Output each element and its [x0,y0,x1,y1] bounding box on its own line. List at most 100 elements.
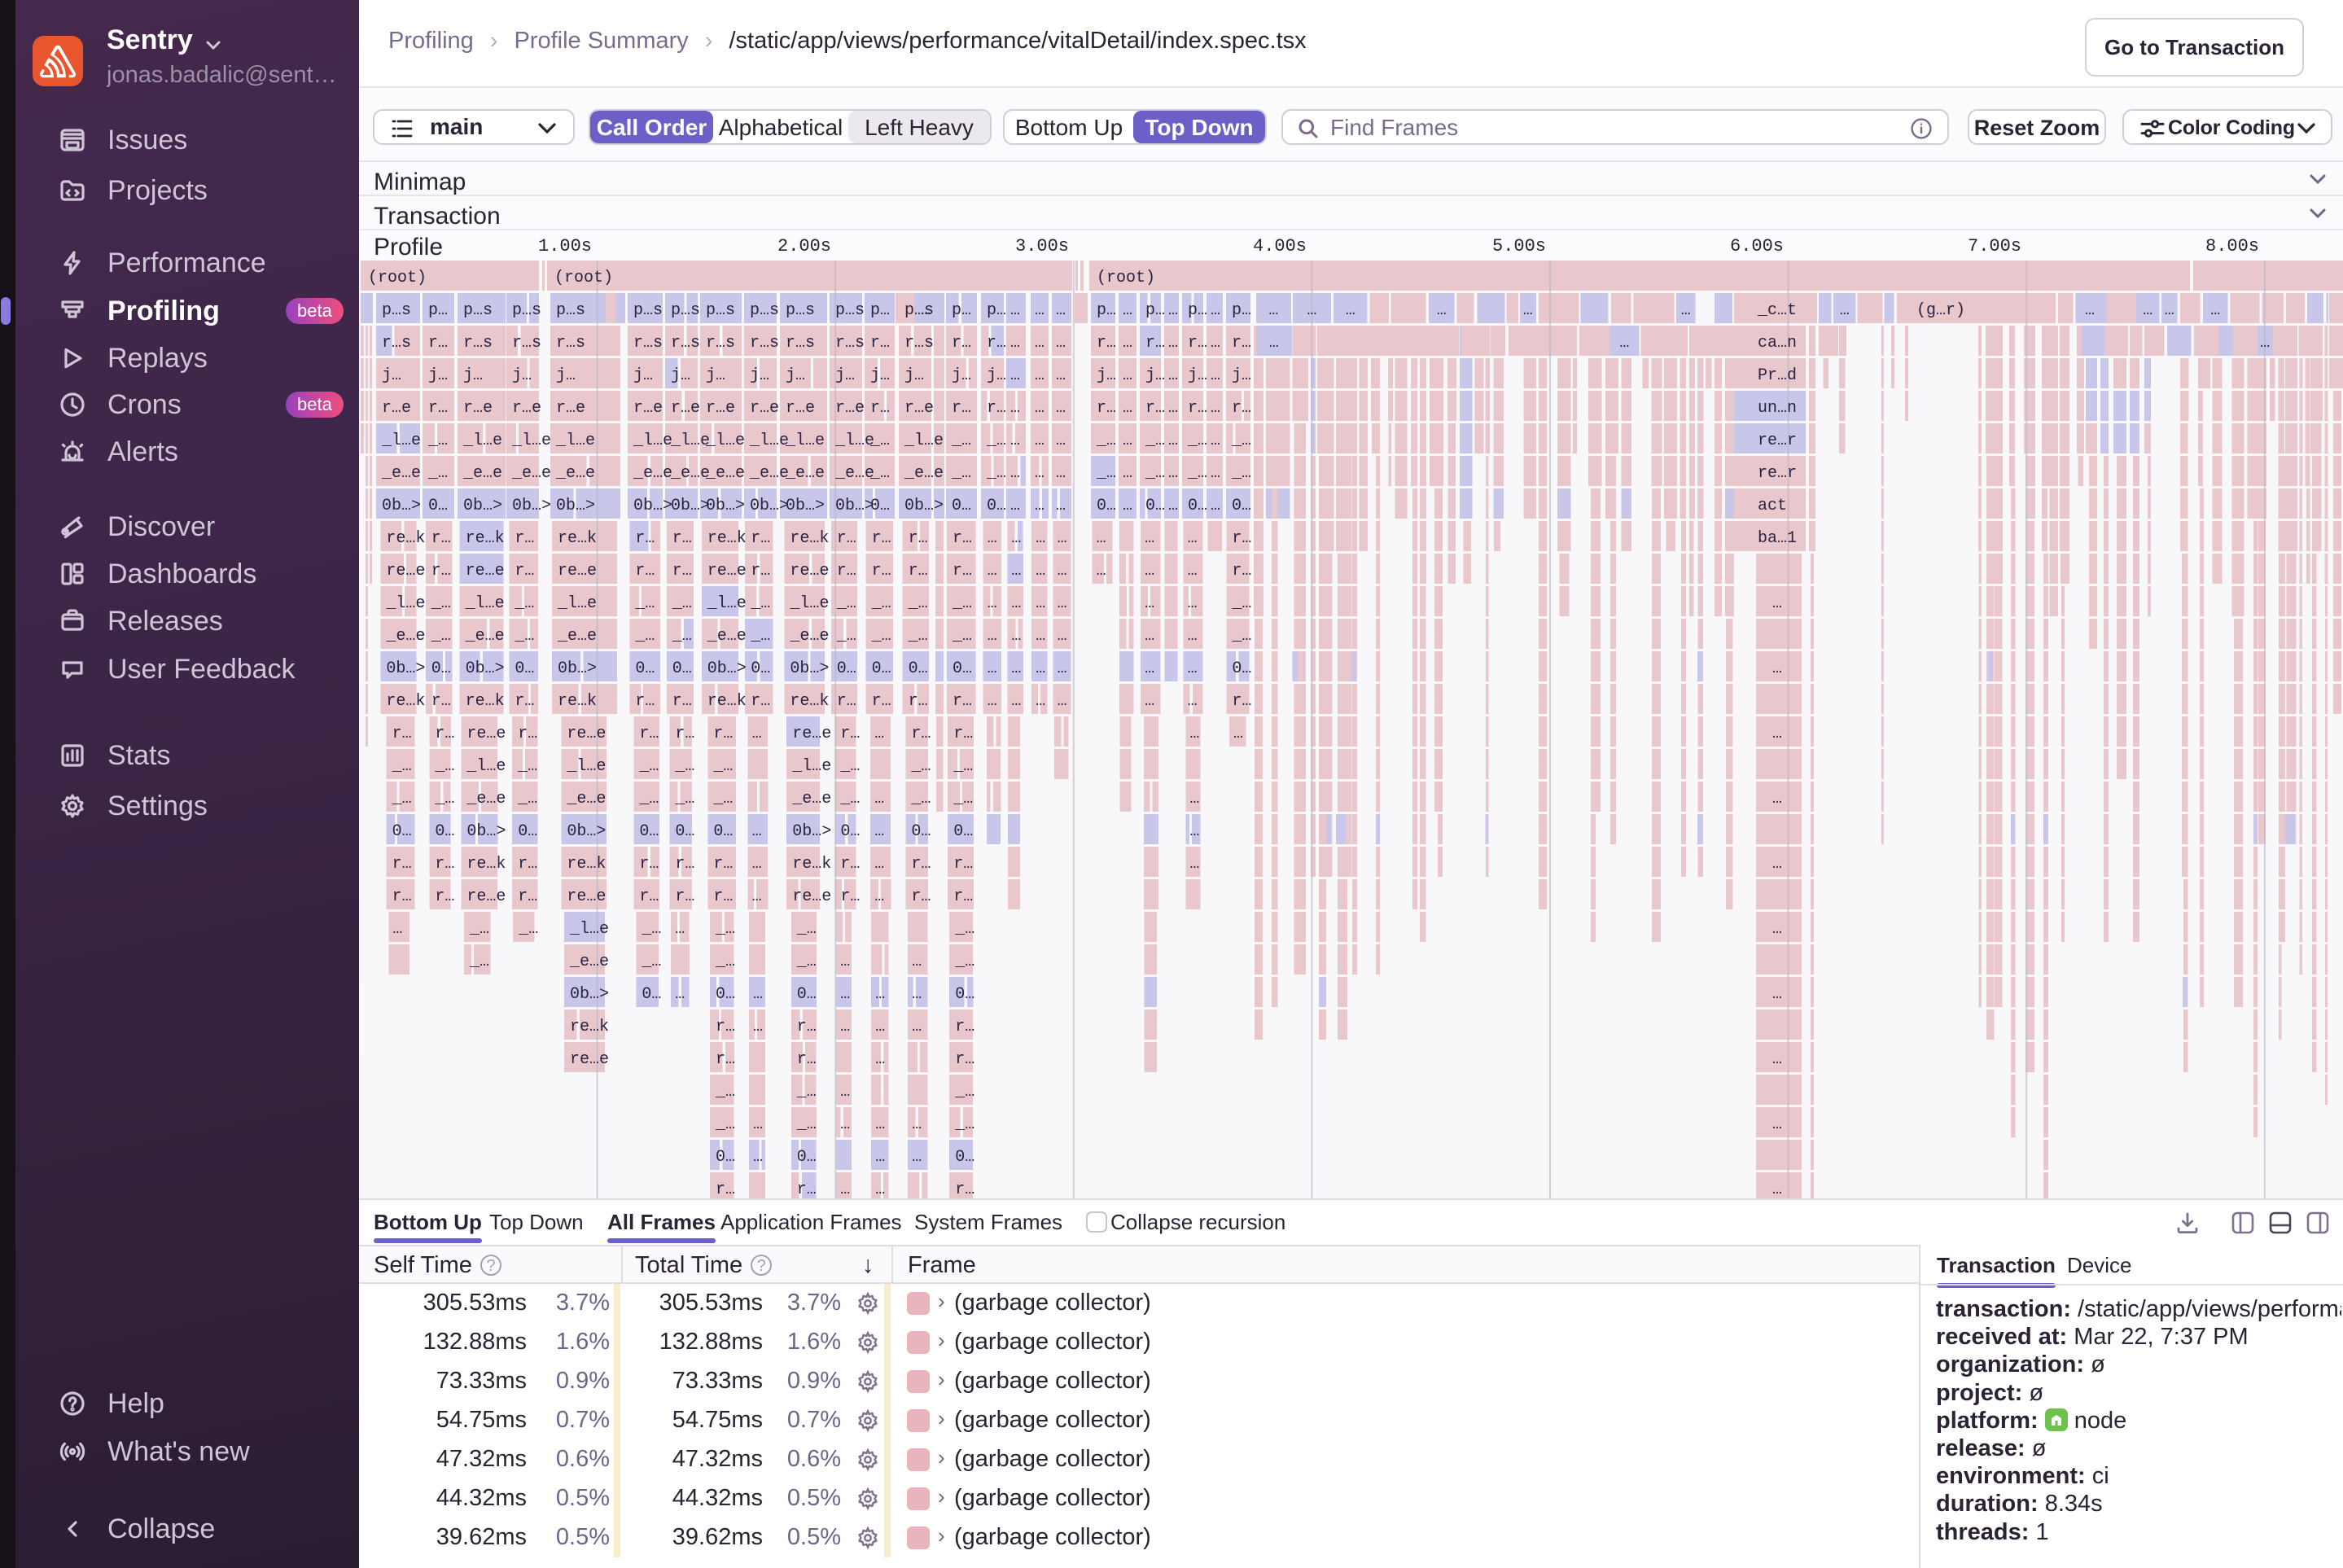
svg-text:…: … [1056,399,1066,418]
svg-text:…: … [1036,594,1045,613]
svg-text:r…s: r…s [633,334,663,353]
svg-text:…: … [752,822,762,841]
svg-text:_e…e: _e…e [385,627,425,646]
svg-text:…: … [840,1083,850,1102]
svg-text:j…: j… [870,366,890,385]
svg-text:p…s: p…s [512,301,541,320]
svg-text:_l…e: _l…e [791,757,831,776]
svg-text:_l…e: _l…e [834,431,874,450]
svg-text:…: … [1010,431,1020,450]
svg-text:0b…>: 0b…> [466,822,506,841]
svg-text:r…: r… [435,855,454,874]
svg-text:_l…e: _l…e [465,594,505,613]
svg-text:_…: _… [839,757,860,776]
svg-text:…: … [1035,334,1044,353]
svg-text:…: … [988,562,997,580]
svg-text:0…: 0… [392,822,412,841]
svg-text:_l…e: _l…e [555,431,595,450]
svg-text:_…: _… [514,594,534,613]
svg-text:…: … [874,887,884,906]
svg-text:…: … [1188,627,1198,646]
svg-text:_…: _… [431,627,451,646]
svg-text:…: … [1188,659,1198,678]
svg-text:_…: _… [908,594,928,613]
svg-text:j…: j… [463,366,483,385]
svg-text:…: … [912,1115,922,1134]
svg-text:…: … [1056,497,1066,515]
svg-text:r…: r… [911,855,931,874]
svg-text:re…e: re…e [558,562,597,580]
svg-text:…: … [1772,1115,1782,1134]
svg-text:r…: r… [911,887,931,906]
svg-text:_…: _… [712,757,733,776]
svg-text:_…: _… [954,920,974,939]
svg-text:0…: 0… [675,822,694,841]
svg-text:0…: 0… [955,1148,974,1167]
svg-text:r…: r… [952,334,971,353]
svg-text:r…: r… [713,855,733,874]
svg-text:re…e: re…e [567,887,606,906]
svg-text:…: … [1188,692,1198,711]
svg-text:0b…>: 0b…> [567,822,606,841]
svg-text:…: … [875,1148,885,1167]
svg-text:r…: r… [751,692,770,711]
svg-text:ca…n: ca…n [1758,334,1797,353]
svg-text:r…: r… [953,887,973,906]
svg-text:0…: 0… [672,659,692,678]
svg-text:r…s: r…s [786,334,815,353]
svg-text:r…: r… [840,725,860,743]
svg-text:r…: r… [392,887,412,906]
svg-text:0…: 0… [642,985,661,1004]
svg-text:j…: j… [671,366,690,385]
svg-text:_…: _… [986,464,1006,483]
svg-text:…: … [1211,334,1220,353]
svg-text:…: … [988,594,997,613]
svg-text:p…s: p…s [463,301,493,320]
svg-text:_e…e: _e…e [904,464,944,483]
svg-text:_e…e: _e…e [566,790,606,808]
svg-text:re…e: re…e [386,562,425,580]
svg-text:_…: _… [796,953,817,971]
svg-text:_l…e: _l…e [381,431,421,450]
svg-text:…: … [1168,431,1178,450]
svg-text:0b…>: 0b…> [835,497,874,515]
svg-text:…: … [1010,301,1020,320]
svg-text:…: … [1056,301,1066,320]
svg-text:…: … [1307,301,1316,320]
svg-text:j…: j… [428,366,448,385]
svg-text:…: … [1168,497,1178,515]
svg-text:r…e: r…e [463,399,493,418]
svg-text:r…: r… [1145,399,1165,418]
svg-text:r…: r… [1145,334,1165,353]
svg-text:…: … [1058,594,1067,613]
svg-text:r…: r… [955,1050,974,1069]
svg-text:…: … [1035,399,1044,418]
svg-text:r…: r… [431,692,451,711]
svg-text:…: … [1056,366,1066,385]
svg-text:j…: j… [987,366,1006,385]
svg-text:…: … [1211,464,1220,483]
svg-text:r…: r… [635,529,655,548]
svg-text:re…e: re…e [466,887,506,906]
svg-text:p…: p… [1145,301,1165,320]
svg-text:r…: r… [1188,334,1207,353]
svg-text:p…s: p…s [382,301,411,320]
svg-text:0…: 0… [840,822,860,841]
svg-text:r…: r… [1232,334,1251,353]
svg-text:_…: _… [641,920,661,939]
svg-text:0…: 0… [751,659,770,678]
svg-text:…: … [2085,301,2095,320]
svg-text:r…: r… [797,1180,817,1198]
svg-text:_…: _… [986,431,1006,450]
svg-text:…: … [2143,301,2152,320]
svg-text:…: … [874,790,884,808]
svg-text:_…: _… [951,431,971,450]
svg-text:_e…e: _e…e [705,464,745,483]
svg-text:…: … [1058,562,1067,580]
svg-text:…: … [392,920,402,939]
svg-text:_e…e: _e…e [749,464,789,483]
svg-text:…: … [1010,497,1020,515]
svg-text:re…k: re…k [790,692,829,711]
svg-text:…: … [1145,594,1154,613]
svg-text:_…: _… [638,757,659,776]
